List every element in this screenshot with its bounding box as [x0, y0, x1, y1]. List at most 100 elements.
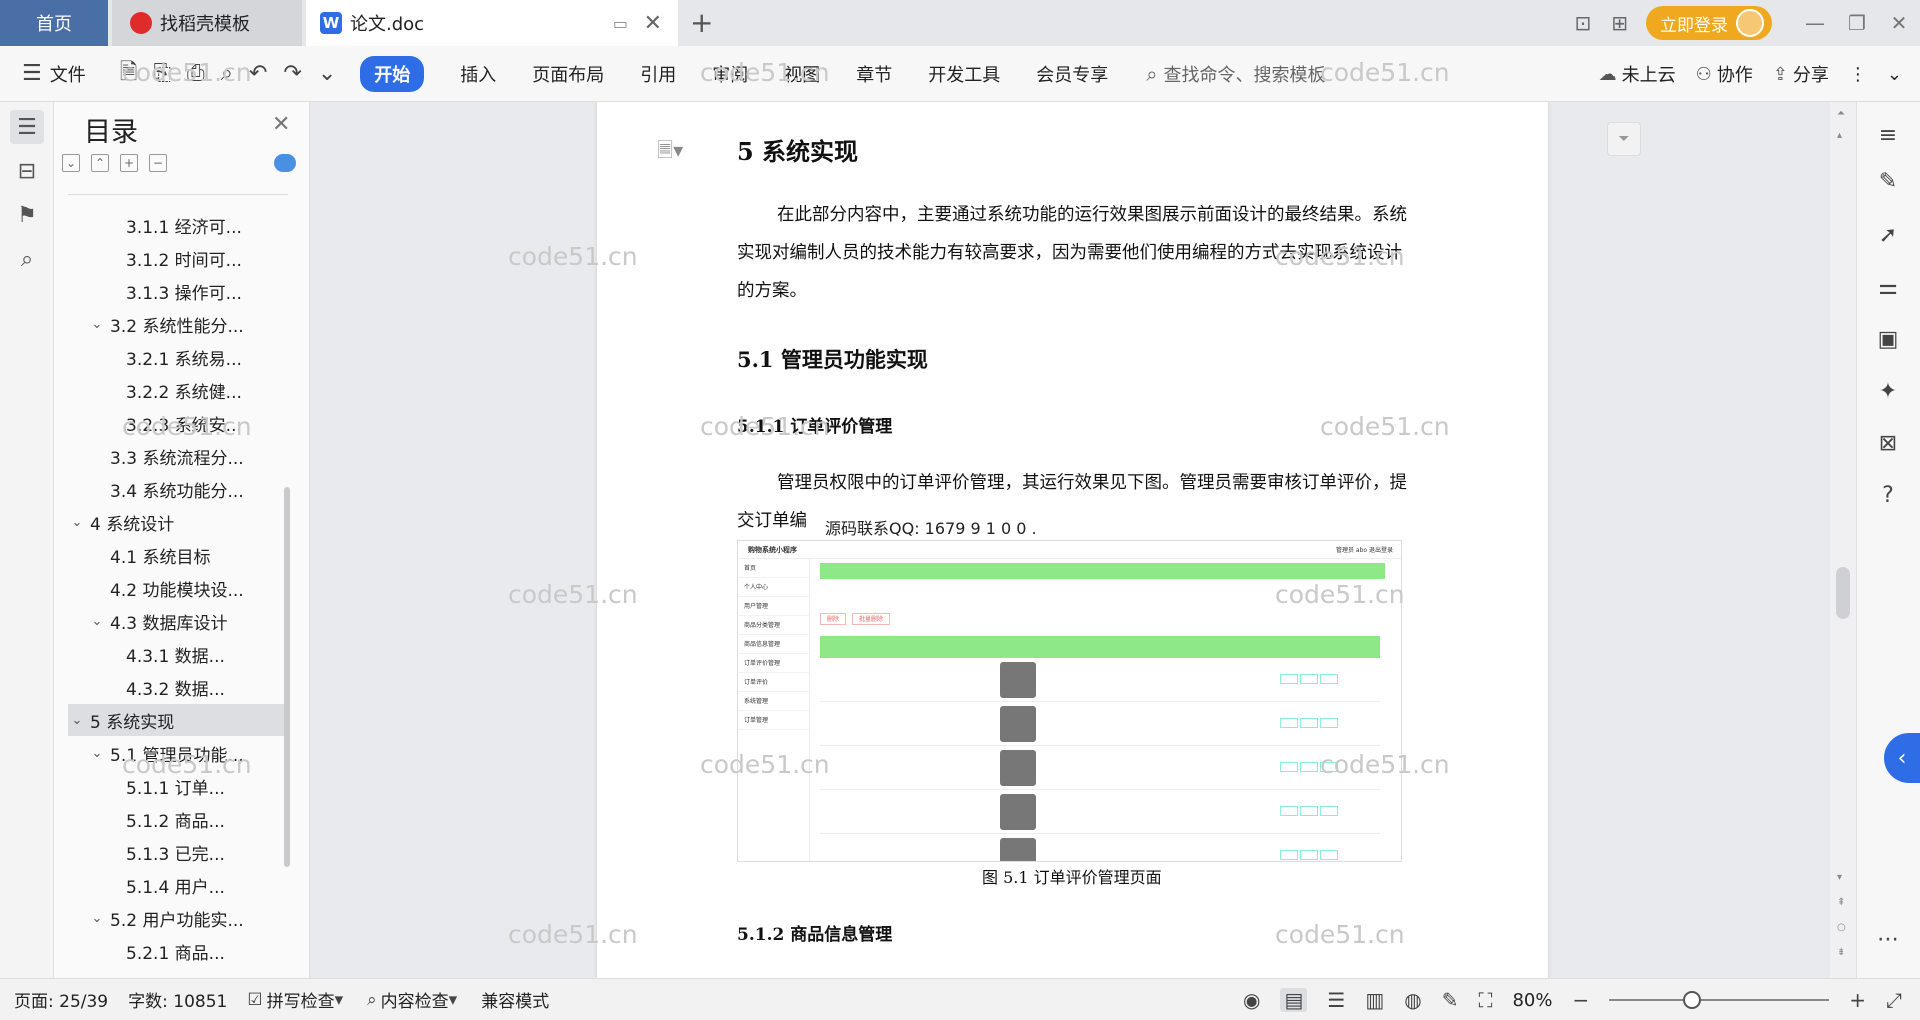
chevron-down-icon[interactable]: ⌄ — [68, 713, 86, 728]
zoom-out-icon[interactable]: − — [1572, 988, 1589, 1012]
tab-templates[interactable]: 找稻壳模板 — [112, 0, 302, 46]
proofread-icon[interactable]: ⊠ — [1873, 428, 1903, 458]
toc-item[interactable]: 5.1.2 商品... — [68, 803, 288, 835]
print-preview-icon[interactable]: ⌕ — [221, 61, 233, 86]
chevron-down-icon[interactable]: ⌄ — [68, 515, 86, 530]
cloud-status[interactable]: ☁ 未上云 — [1599, 61, 1676, 87]
remove-heading-icon[interactable]: − — [149, 154, 167, 172]
toc-item[interactable]: 4.3.2 数据... — [68, 671, 288, 703]
more-options-icon[interactable]: ⋮ — [1849, 64, 1867, 85]
close-window-icon[interactable]: ✕ — [1878, 11, 1920, 35]
apps-grid-icon[interactable]: ⊞ — [1611, 11, 1628, 35]
image-tools-icon[interactable]: ▣ — [1873, 324, 1903, 354]
quick-access-dropdown-icon[interactable]: ⌄ — [318, 61, 336, 86]
pen-edit-icon[interactable]: ✎ — [1873, 166, 1903, 196]
toc-item[interactable]: ⌄ 3.2 系统性能分... — [68, 308, 288, 340]
zoom-level[interactable]: 80% — [1512, 990, 1552, 1011]
ribbon-tab-member[interactable]: 会员专享 — [1036, 61, 1108, 87]
ribbon-tab-review[interactable]: 审阅 — [712, 61, 748, 87]
print-icon[interactable]: ⎙ — [187, 61, 205, 86]
page-view-icon[interactable]: ▤ — [1280, 988, 1308, 1012]
ribbon-tab-layout[interactable]: 页面布局 — [532, 61, 604, 87]
page-marker-icon[interactable]: ⏷ — [1607, 122, 1641, 156]
toc-item[interactable]: 4.2 功能模块设... — [68, 572, 288, 604]
zoom-in-icon[interactable]: + — [1849, 988, 1866, 1012]
toc-item[interactable]: ⌄ 5 系统实现 — [68, 704, 288, 736]
save-icon[interactable]: 🗎 — [120, 55, 138, 93]
zoom-slider[interactable] — [1609, 991, 1830, 1009]
toc-nav-icon[interactable]: ☰ — [10, 110, 44, 144]
bookmark-icon[interactable]: ⚑ — [10, 198, 44, 232]
scroll-up-icon[interactable]: ▴ — [1837, 130, 1842, 141]
redo-icon[interactable]: ↷ — [283, 61, 301, 86]
toc-item[interactable]: 5.1.3 已完... — [68, 836, 288, 868]
ribbon-tab-section[interactable]: 章节 — [856, 61, 892, 87]
toc-item[interactable]: 3.1.1 经济可... — [68, 209, 288, 241]
collapse-all-icon[interactable]: ⌄ — [62, 154, 80, 172]
select-pointer-icon[interactable]: ➚ — [1873, 220, 1903, 250]
help-icon[interactable]: ? — [1873, 480, 1903, 510]
rail-menu-icon[interactable]: ≡ — [1873, 120, 1903, 150]
expand-all-icon[interactable]: ⌃ — [91, 154, 109, 172]
scroll-down-icon[interactable]: ▾ — [1837, 872, 1842, 883]
toc-item[interactable]: 3.2.1 系统易... — [68, 341, 288, 373]
minimize-icon[interactable]: — — [1794, 11, 1836, 35]
chapter-nav-icon[interactable]: ⊟ — [10, 154, 44, 188]
next-page-icon[interactable]: ⇟ — [1837, 947, 1845, 958]
toc-item[interactable]: 4.1 系统目标 — [68, 539, 288, 571]
ribbon-tab-insert[interactable]: 插入 — [460, 61, 496, 87]
fit-page-icon[interactable]: ⛶ — [1478, 988, 1492, 1012]
eye-protect-icon[interactable]: ◉ — [1243, 988, 1260, 1012]
command-search[interactable]: ⌕ 查找命令、搜索模板 — [1146, 61, 1325, 87]
toc-item[interactable]: ⌄ 4 系统设计 — [68, 506, 288, 538]
add-heading-icon[interactable]: + — [120, 154, 138, 172]
toc-item[interactable]: ⌄ 4.3 数据库设计 — [68, 605, 288, 637]
reading-layout-icon[interactable]: ⊡ — [1574, 11, 1591, 35]
page-indicator[interactable]: 页面: 25/39 — [14, 987, 108, 1012]
read-view-icon[interactable]: ▥ — [1365, 988, 1384, 1012]
export-icon[interactable]: ⎘ — [153, 61, 171, 86]
new-tab-button[interactable]: + — [690, 6, 713, 39]
tab-home[interactable]: 首页 — [0, 0, 108, 46]
ribbon-tab-view[interactable]: 视图 — [784, 61, 820, 87]
page-icon[interactable]: ○ — [1837, 922, 1846, 933]
chevron-down-icon[interactable]: ⌄ — [88, 746, 106, 761]
ribbon-tab-developer[interactable]: 开发工具 — [928, 61, 1000, 87]
toc-item[interactable]: 3.3 系统流程分... — [68, 440, 288, 472]
chevron-down-icon[interactable]: ⌄ — [88, 911, 106, 926]
write-view-icon[interactable]: ✎ — [1442, 988, 1459, 1012]
collapse-ribbon-icon[interactable]: ⌄ — [1887, 64, 1902, 85]
undo-icon[interactable]: ↶ — [249, 61, 267, 86]
collaborate-button[interactable]: ⚇ 协作 — [1696, 61, 1753, 87]
ai-toc-icon[interactable] — [274, 154, 296, 172]
share-button[interactable]: ⇪ 分享 — [1773, 61, 1829, 87]
zoom-slider-knob[interactable] — [1683, 991, 1702, 1009]
ribbon-tab-home[interactable]: 开始 — [360, 55, 425, 92]
file-menu[interactable]: ☰ 文件 — [22, 61, 86, 87]
web-view-icon[interactable]: ◍ — [1404, 988, 1421, 1012]
chevron-down-icon[interactable]: ⌄ — [88, 317, 106, 332]
page-options-icon[interactable]: 🗏▾ — [657, 136, 683, 170]
chevron-down-icon[interactable]: ⌄ — [88, 614, 106, 629]
prev-page-icon[interactable]: ⇞ — [1837, 897, 1845, 908]
toc-scrollbar[interactable] — [284, 487, 290, 867]
toc-item[interactable]: 4.3.1 数据... — [68, 638, 288, 670]
toc-item[interactable]: 3.4 系统功能分... — [68, 473, 288, 505]
content-check[interactable]: ⌕ 内容检查 ▾ — [367, 987, 461, 1013]
adjust-sliders-icon[interactable]: ⚌ — [1873, 272, 1903, 302]
scroll-top-icon[interactable]: ⏶ — [1837, 108, 1845, 119]
toc-item[interactable]: 5.2.1 商品... — [68, 935, 288, 967]
toc-item[interactable]: ⌄ 5.2 用户功能实... — [68, 902, 288, 934]
document-scrollbar[interactable]: ⏶ ▴ ▾ ⇞ ○ ⇟ — [1830, 102, 1856, 978]
close-tab-icon[interactable]: ✕ — [644, 11, 662, 36]
find-icon[interactable]: ⌕ — [10, 242, 44, 276]
toc-item[interactable]: 3.2.3 系统安... — [68, 407, 288, 439]
window-mode-icon[interactable]: ▭ — [613, 14, 628, 33]
word-count[interactable]: 字数: 10851 — [128, 987, 227, 1012]
ribbon-tab-references[interactable]: 引用 — [640, 61, 676, 87]
close-panel-icon[interactable]: ✕ — [272, 112, 290, 137]
outline-view-icon[interactable]: ☰ — [1327, 988, 1345, 1012]
restore-icon[interactable]: ❐ — [1836, 11, 1878, 35]
spell-check[interactable]: ☑ 拼写检查 ▾ — [247, 987, 347, 1013]
toc-item[interactable]: 3.2.2 系统健... — [68, 374, 288, 406]
